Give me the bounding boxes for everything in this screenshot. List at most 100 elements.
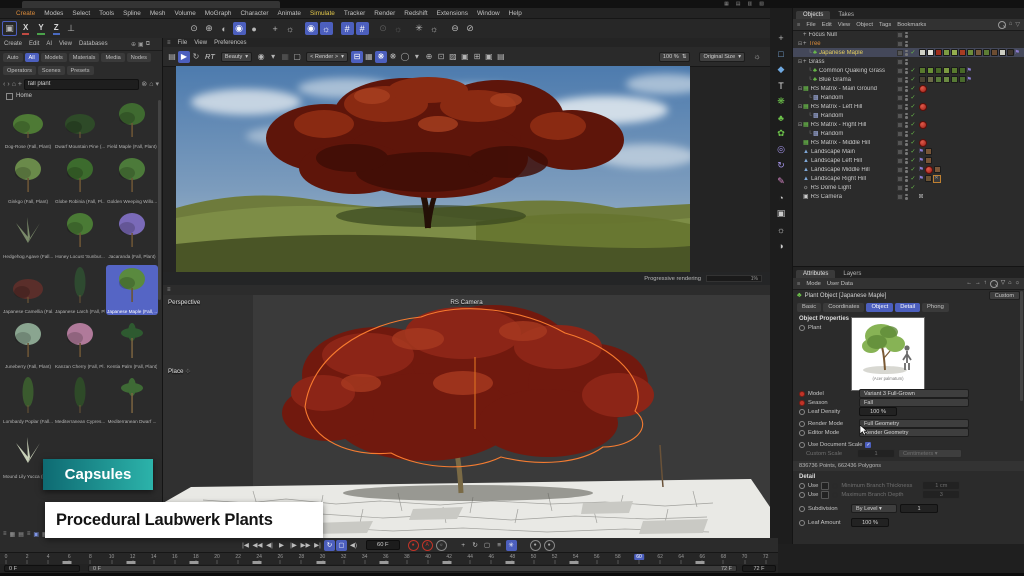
material-swatch[interactable] [919,76,926,83]
text-tool-icon[interactable]: T [774,78,789,93]
plant-item[interactable]: Lombardy Poplar (Fall... [2,375,54,425]
keyframe-dot[interactable] [832,483,838,489]
character-icon[interactable]: + [269,22,282,35]
tab-objects[interactable]: Objects [796,11,830,19]
popout-icon[interactable]: ⧉ [146,41,150,48]
layer-toggle[interactable] [897,32,903,38]
add-icon[interactable]: + [18,81,22,88]
enabled-check-icon[interactable]: ✓ [910,184,917,191]
subdivision-value[interactable]: 1 [900,504,938,513]
layer-toggle[interactable] [897,194,903,200]
plant-item[interactable]: Kentia Palm (Fall, Plant) [106,320,158,370]
refresh-icon[interactable]: ↻ [190,51,202,63]
redshift-tag-icon[interactable] [919,103,927,111]
material-swatch[interactable] [967,49,974,56]
menu-redshift[interactable]: Redshift [404,10,427,17]
menu-animate[interactable]: Animate [278,10,301,17]
keyframe-dot[interactable] [799,483,805,489]
layer-toggle[interactable] [897,95,903,101]
layer-toggle[interactable] [897,140,903,146]
menu-render[interactable]: Render [374,10,395,17]
custom-scale-unit[interactable]: Centimeters ▾ [898,449,962,458]
visibility-dots[interactable] [905,32,908,38]
layer-toggle[interactable] [897,86,903,92]
flag-tag-icon[interactable]: ⚑ [1015,49,1020,56]
plant-item[interactable]: Japanese Camellia (Fal... [2,265,54,315]
layer-toggle[interactable] [897,104,903,110]
tab-auto[interactable]: Auto [3,53,23,62]
layer-toggle[interactable] [897,113,903,119]
enabled-check-icon[interactable]: ✓ [910,67,917,74]
layer-toggle[interactable] [897,59,903,65]
home-icon[interactable]: ⌂ [1009,21,1013,29]
crop-icon[interactable]: ▢ [291,51,303,63]
enabled-check-icon[interactable]: ✓ [910,157,917,164]
forward-icon[interactable]: › [7,81,9,88]
keyframe-dot[interactable] [799,421,805,427]
inactive-settings-icon[interactable]: ☼ [392,22,405,35]
material-swatch[interactable] [951,76,958,83]
forward-icon[interactable]: → [975,280,981,288]
menu-tools[interactable]: Tools [99,10,114,17]
visibility-dots[interactable] [905,50,908,56]
goto-end-button[interactable]: ▶| [312,540,323,551]
tab-all[interactable]: All [25,53,39,62]
material-swatch[interactable] [927,67,934,74]
enabled-check-icon[interactable]: ✓ [910,121,917,128]
enabled-check-icon[interactable]: ✓ [910,148,917,155]
material-swatch[interactable] [951,49,958,56]
material-swatch[interactable] [927,49,934,56]
use-document-scale-checkbox[interactable]: ✓ [865,442,871,448]
objects-menu-bookmarks[interactable]: Bookmarks [897,22,926,28]
material-swatch[interactable] [935,76,942,83]
visibility-dots[interactable] [905,131,908,137]
material-swatch[interactable] [925,157,932,164]
keyframe-dot[interactable] [799,430,805,436]
browser-menu-view[interactable]: View [59,41,72,47]
effector-icon[interactable]: ✿ [774,126,789,141]
tree-row[interactable]: +Focus Null [793,30,1024,39]
document-tab[interactable] [22,1,280,8]
keyframe-dot[interactable] [799,391,805,397]
section-tab-coordinates[interactable]: Coordinates [823,303,864,312]
plant-item[interactable]: Field Maple (Fall, Plant) [106,100,158,150]
plant-item[interactable]: Dog-Rose (Fall, Plant) [2,100,54,150]
keyframe-dot[interactable] [799,492,805,498]
compare-icon[interactable]: ▨ [447,51,459,63]
tab-presets[interactable]: Presets [67,66,94,75]
material-swatch[interactable] [925,175,932,182]
tab-models[interactable]: Models [41,53,67,62]
camera-icon[interactable]: ▣ [774,206,789,221]
subdivision-mode-dropdown[interactable]: By Level ▾ [851,504,897,513]
clear-search-icon[interactable]: ⊗ [141,80,147,88]
search-icon[interactable] [998,21,1006,29]
preview-range-button[interactable]: ▢ [336,540,347,551]
axis-y-button[interactable]: Y [37,22,44,35]
breadcrumb-home[interactable]: Home [16,93,32,99]
field-icon[interactable]: ◎ [774,142,789,157]
menu-select[interactable]: Select [72,10,90,17]
max-branch-value[interactable]: 3 [922,490,960,499]
plant-item[interactable]: Japanese Larch (Fall, Pl... [54,265,106,315]
visibility-dots[interactable] [905,104,908,110]
renderview-menu-file[interactable]: File [178,40,188,46]
keyframe-dot[interactable] [799,520,805,526]
grid-icon[interactable]: ▦ [279,51,291,63]
plant-item[interactable]: Dwarf Mountain Pine (... [54,100,106,150]
redshift-tag-icon[interactable] [919,121,927,129]
keyframe-dot[interactable] [799,325,805,331]
chevron-down-icon[interactable]: ▾ [155,80,159,88]
min-branch-value[interactable]: 1 cm [922,481,960,490]
browser-menu-edit[interactable]: Edit [29,41,39,47]
material-swatch[interactable] [991,49,998,56]
sound-button[interactable]: ◀) [348,540,359,551]
redshift-tag-icon[interactable] [925,166,933,174]
footer-icon[interactable]: ≡ [27,531,31,538]
remove-icon[interactable]: ⊖ [449,22,462,35]
menu-character[interactable]: Character [240,10,268,17]
tab-materials[interactable]: Materials [69,53,100,62]
layer-toggle[interactable] [897,50,903,56]
snapshot-icon[interactable]: ▣ [459,51,471,63]
plant-item[interactable]: Jacaranda (Fall, Plant) [106,210,158,260]
dropdown-arrow-icon[interactable]: ▾ [411,51,423,63]
